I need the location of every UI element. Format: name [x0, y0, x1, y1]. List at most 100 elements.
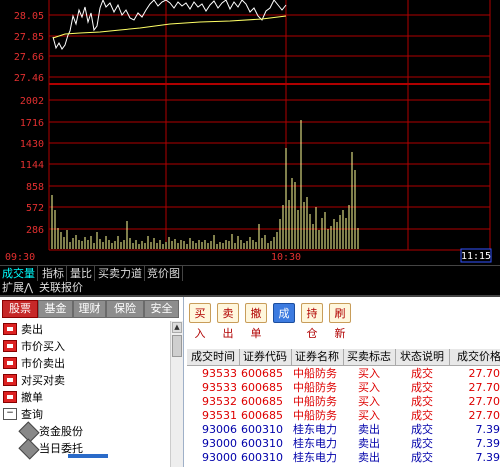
column-header[interactable]: 成交价格 [449, 349, 500, 365]
cell-price: 27.700 [468, 409, 500, 422]
tree-item[interactable]: 市价买入 [0, 338, 170, 355]
table-row[interactable]: 93533 600685 中船防务 买入 成交 27.700 [187, 367, 500, 381]
chart-tab[interactable]: 竞价图 [145, 266, 183, 281]
positions-button[interactable]: 持仓 [301, 303, 323, 340]
cell-side: 卖出 [358, 451, 380, 464]
trading-panel: 股票 基金 理财 保险 安全 卖出 市价买入 市价卖出 对买对卖 撤单 − 查询 资金股份 当日委托 ▲… [0, 297, 500, 467]
tree-item[interactable]: 市价卖出 [0, 355, 170, 372]
cell-code: 600685 [241, 409, 283, 422]
price-axis-label: 27.46 [14, 73, 44, 84]
category-tab[interactable]: 基金 [38, 300, 73, 318]
column-header[interactable]: 证券代码 [239, 349, 292, 365]
column-header[interactable]: 证券名称 [291, 349, 344, 365]
trade-grid: 成交时间 证券代码 证券名称 买卖标志 状态说明 成交价格 93533 600685 中船防务买… [187, 349, 500, 467]
volume-axis-label: 1144 [20, 160, 44, 171]
category-tab[interactable]: 保险 [106, 300, 144, 318]
price-axis-label: 28.05 [14, 11, 44, 22]
extension-tabs: 扩展⋀ 关联报价 [0, 281, 500, 297]
tree-item[interactable]: − 查询 [0, 406, 170, 423]
chart-tab[interactable]: 成交量 [0, 266, 38, 281]
cell-code: 600685 [241, 395, 283, 408]
refresh-button[interactable]: 刷新 [329, 303, 351, 340]
scrollbar-thumb[interactable] [172, 335, 182, 357]
cell-side: 买入 [358, 409, 380, 422]
buy-button[interactable]: 买入 [189, 303, 211, 340]
cell-name: 中船防务 [293, 409, 337, 422]
orders-icon [18, 438, 40, 460]
cell-time: 93533 [202, 367, 237, 380]
chart-indicator-tabs: 成交量 指标 量比 买卖力道 竞价图 [0, 265, 500, 281]
table-row[interactable]: 93532 600685 中船防务 买入 成交 27.700 [187, 395, 500, 409]
tree-item[interactable]: 撤单 [0, 389, 170, 406]
tree-item-label: 撤单 [21, 391, 43, 404]
volume-axis-label: 1716 [20, 118, 44, 129]
cell-status: 成交 [411, 423, 433, 436]
tree-item[interactable]: 当日委托 [0, 438, 170, 460]
chart-tab[interactable]: 买卖力道 [96, 266, 145, 281]
cell-name: 中船防务 [293, 395, 337, 408]
table-row[interactable]: 93000 600310 桂东电力 卖出 成交 7.390 [187, 437, 500, 451]
cell-name: 桂东电力 [293, 423, 337, 436]
grid-header: 成交时间 证券代码 证券名称 买卖标志 状态说明 成交价格 [187, 349, 500, 366]
cell-price: 7.390 [475, 451, 500, 464]
tree-item-label: 市价买入 [21, 340, 65, 353]
cell-time: 93000 [202, 437, 237, 450]
category-tab[interactable]: 理财 [73, 300, 106, 318]
tree-item[interactable]: 对买对卖 [0, 372, 170, 389]
time-label-mid: 10:30 [271, 252, 301, 263]
scroll-up-arrow-icon[interactable]: ▲ [172, 322, 182, 333]
tree-item[interactable]: 资金股份 [0, 421, 170, 443]
cell-name: 桂东电力 [293, 437, 337, 450]
column-header[interactable]: 买卖标志 [343, 349, 396, 365]
cell-time: 93000 [202, 451, 237, 464]
cell-side: 买入 [358, 381, 380, 394]
time-cursor-label: 11:15 [461, 251, 491, 262]
cell-time: 93532 [202, 395, 237, 408]
cell-status: 成交 [411, 381, 433, 394]
trades-button[interactable]: 成交 [273, 303, 295, 340]
cell-price: 7.390 [475, 437, 500, 450]
cell-code: 600685 [241, 381, 283, 394]
cancel-order-icon [3, 391, 17, 403]
volume-axis-label: 286 [26, 225, 44, 236]
cell-price: 27.700 [468, 381, 500, 394]
column-header[interactable]: 状态说明 [395, 349, 450, 365]
cell-time: 93531 [202, 409, 237, 422]
intraday-chart[interactable]: 28.05 27.85 27.66 27.46 2002 1716 1430 1144 858 5… [0, 0, 500, 265]
category-tab[interactable]: 股票 [2, 300, 38, 318]
tree-item-label: 查询 [21, 408, 43, 421]
cell-status: 成交 [411, 409, 433, 422]
sell-icon [3, 323, 17, 335]
cancel-order-button[interactable]: 撤单 [245, 303, 267, 340]
tree-scrollbar[interactable]: ▲ [170, 321, 183, 467]
category-tab[interactable]: 安全 [144, 300, 179, 318]
expand-toggle[interactable]: 扩展⋀ [0, 281, 35, 295]
cell-time: 93006 [202, 423, 237, 436]
swap-trade-icon [3, 374, 17, 386]
cell-code: 600685 [241, 367, 283, 380]
volume-axis-label: 858 [26, 182, 44, 193]
market-buy-icon [3, 340, 17, 352]
table-row[interactable]: 93006 600310 桂东电力 卖出 成交 7.390 [187, 423, 500, 437]
sell-button[interactable]: 卖出 [217, 303, 239, 340]
tree-item-label: 卖出 [21, 323, 43, 336]
trade-records: 买入 卖出 撤单 成交 持仓 刷新 成交时间 证券代码 证券名称 买卖标志 状态说明 成交价格 935… [185, 297, 500, 467]
selection-highlight [68, 454, 108, 458]
cell-name: 桂东电力 [293, 451, 337, 464]
cell-status: 成交 [411, 437, 433, 450]
related-quote-tab[interactable]: 关联报价 [37, 281, 85, 295]
tree-item-label: 对买对卖 [21, 374, 65, 387]
tree-item[interactable]: 卖出 [0, 321, 170, 338]
cell-code: 600310 [241, 451, 283, 464]
table-row[interactable]: 93000 600310 桂东电力 卖出 成交 7.390 [187, 451, 500, 465]
cell-status: 成交 [411, 395, 433, 408]
table-row[interactable]: 93531 600685 中船防务 买入 成交 27.700 [187, 409, 500, 423]
time-label-start: 09:30 [5, 252, 35, 263]
chart-tab[interactable]: 指标 [40, 266, 67, 281]
cell-side: 卖出 [358, 423, 380, 436]
column-header[interactable]: 成交时间 [187, 349, 240, 365]
cell-code: 600310 [241, 437, 283, 450]
cell-side: 卖出 [358, 437, 380, 450]
chart-tab[interactable]: 量比 [68, 266, 95, 281]
table-row[interactable]: 93533 600685 中船防务 买入 成交 27.700 [187, 381, 500, 395]
